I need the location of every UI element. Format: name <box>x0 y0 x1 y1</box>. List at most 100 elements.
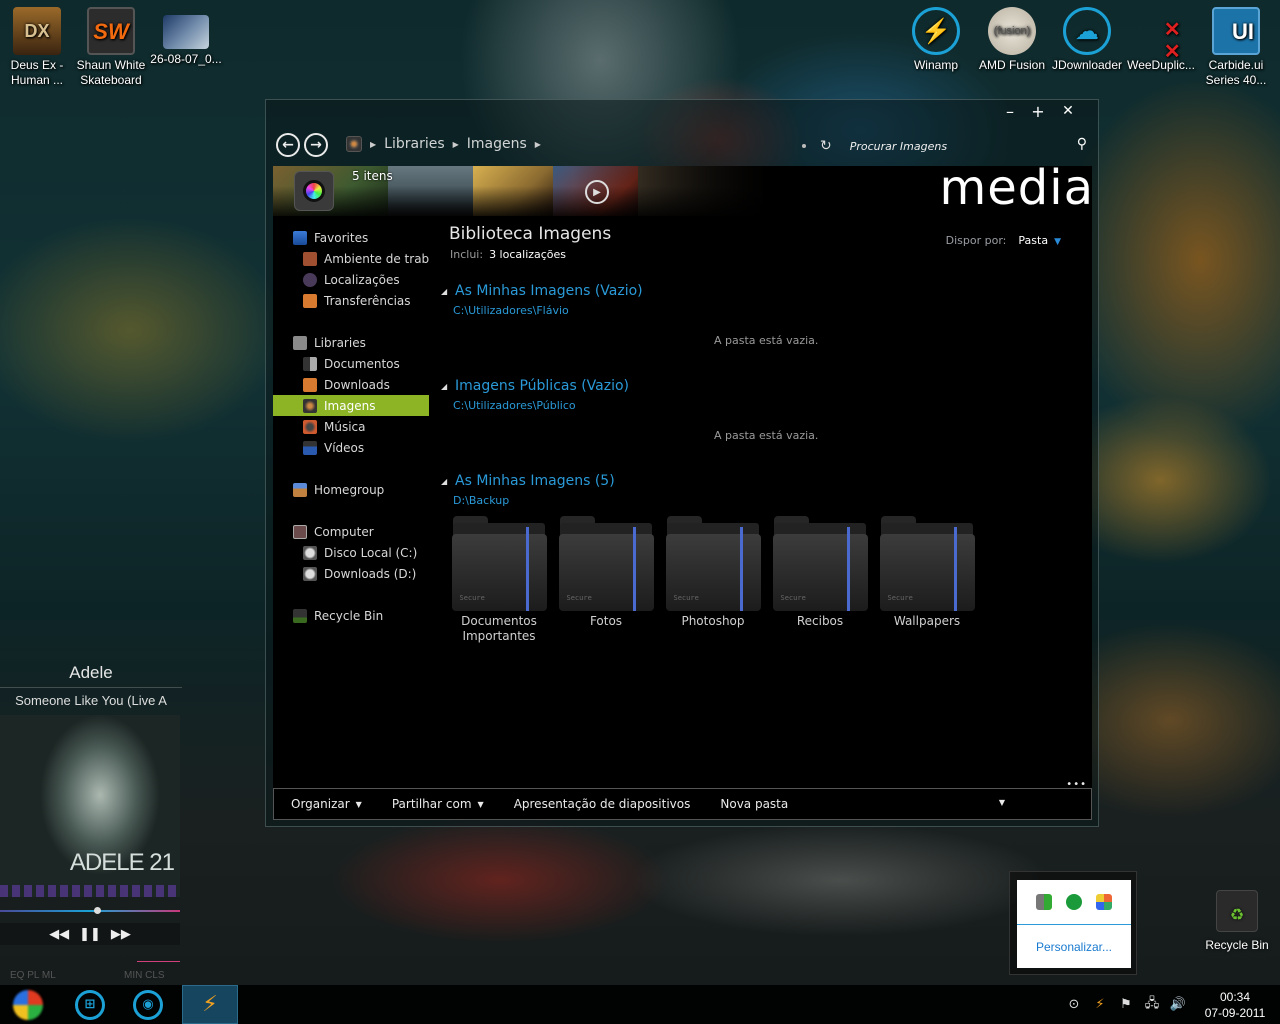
includes-locations-link[interactable]: 3 localizações <box>489 248 566 261</box>
collapse-triangle-icon[interactable]: ◢ <box>441 382 449 391</box>
share-with-button[interactable]: Partilhar com ▼ <box>392 797 484 811</box>
nav-label: Ambiente de trabalho <box>324 251 429 266</box>
chevron-right-icon[interactable]: ▶ <box>535 140 541 149</box>
nav-disk-c[interactable]: Disco Local (C:) <box>273 542 429 563</box>
start-button[interactable] <box>0 985 56 1024</box>
group-header[interactable]: ◢ As Minhas Imagens (Vazio) <box>441 283 643 299</box>
forward-button[interactable]: → <box>304 133 328 157</box>
desktop-icon-winamp[interactable]: ⚡ Winamp <box>899 7 973 73</box>
close-button[interactable]: ✕ <box>1056 103 1080 119</box>
more-options-icon[interactable]: ••• <box>1066 779 1087 790</box>
computer-icon <box>293 524 307 539</box>
desktop-icon-jdownloader[interactable]: ☁ JDownloader <box>1050 7 1124 73</box>
nav-downloads[interactable]: Downloads <box>273 374 429 395</box>
folder-item[interactable]: Secure Photoshop <box>663 516 763 629</box>
seek-handle[interactable] <box>94 907 102 914</box>
view-options-dropdown[interactable]: ▼ <box>999 798 1005 807</box>
desktop-icon-shaun-white[interactable]: SW Shaun White Skateboard <box>74 7 148 88</box>
min-close-buttons[interactable]: MIN CLS <box>124 970 165 981</box>
avg-antivirus-icon[interactable] <box>1096 894 1112 910</box>
desktop-icon-image-file[interactable]: 26-08-07_0... <box>149 7 223 67</box>
previous-icon[interactable]: ◀◀ <box>49 927 69 942</box>
folder-item[interactable]: Secure Wallpapers <box>877 516 977 629</box>
organize-button[interactable]: Organizar ▼ <box>291 797 362 811</box>
chevron-right-icon[interactable]: ▶ <box>370 140 376 149</box>
slideshow-button[interactable]: Apresentação de diapositivos <box>514 797 691 811</box>
folder-icon: Secure <box>451 516 547 611</box>
library-title: Biblioteca Imagens <box>449 224 612 244</box>
folder-item[interactable]: Secure Fotos <box>556 516 656 629</box>
volume-bar[interactable] <box>137 961 180 962</box>
clock-date: 07-09-2011 <box>1204 1005 1266 1020</box>
desktop-icon-carbide-ui[interactable]: UI Carbide.ui Series 40... <box>1199 7 1273 88</box>
clock[interactable]: 00:34 07-09-2011 <box>1202 989 1268 1021</box>
new-folder-button[interactable]: Nova pasta <box>720 797 788 811</box>
customize-link[interactable]: Personalizar... <box>1017 940 1131 954</box>
nav-imagens[interactable]: Imagens <box>273 395 429 416</box>
taskbar-winamp[interactable]: ⚡ <box>182 985 238 1024</box>
desktop-icon-weeduplicate[interactable]: WeeDuplic... <box>1124 7 1198 73</box>
desktop-icon-amd-fusion[interactable]: (fusion) AMD Fusion <box>975 7 1049 73</box>
nav-computer[interactable]: Computer <box>273 521 429 542</box>
items-count: 5 itens <box>352 169 393 183</box>
arrange-dropdown[interactable]: Pasta <box>1018 234 1048 247</box>
pause-icon[interactable]: ❚❚ <box>79 927 101 942</box>
nav-label: Música <box>324 419 366 434</box>
collapse-triangle-icon[interactable]: ◢ <box>441 287 449 296</box>
nav-label: Computer <box>314 524 374 539</box>
library-banner: 5 itens ▶ media <box>273 166 1092 216</box>
nav-homegroup[interactable]: Homegroup <box>273 479 429 500</box>
album-art-text: ADELE 21 <box>69 849 175 876</box>
back-button[interactable]: ← <box>276 133 300 157</box>
pictures-library-icon[interactable] <box>346 136 362 152</box>
video-icon <box>303 440 317 455</box>
group-path-link[interactable]: C:\Utilizadores\Público <box>453 399 576 412</box>
search-input[interactable] <box>849 139 1060 153</box>
banner-title: media <box>939 166 1092 216</box>
search-icon[interactable]: ⚲ <box>1077 136 1087 152</box>
action-center-flag-icon[interactable]: ⚑ <box>1114 997 1138 1012</box>
nav-recycle-bin[interactable]: Recycle Bin <box>273 605 429 626</box>
eq-pl-ml-buttons[interactable]: EQ PL ML <box>10 970 56 981</box>
taskbar-chrome[interactable]: ◉ <box>120 985 176 1024</box>
group-header[interactable]: ◢ Imagens Públicas (Vazio) <box>441 378 629 394</box>
refresh-icon[interactable]: ↻ <box>820 138 832 154</box>
show-hidden-icons-icon[interactable]: ⊙ <box>1062 997 1086 1012</box>
caret-down-icon[interactable]: ▼ <box>1054 237 1061 247</box>
winamp-icon: ⚡ <box>202 992 218 1017</box>
group-path-link[interactable]: D:\Backup <box>453 494 509 507</box>
desktop-icon-deus-ex[interactable]: DX Deus Ex - Human ... <box>0 7 74 88</box>
nav-disk-d[interactable]: Downloads (D:) <box>273 563 429 584</box>
utorrent-icon[interactable] <box>1066 894 1082 910</box>
taskbar-explorer[interactable]: ⊞ <box>62 985 118 1024</box>
nav-recent-places[interactable]: Localizações <box>273 269 429 290</box>
chevron-right-icon[interactable]: ▶ <box>453 140 459 149</box>
group-header[interactable]: ◢ As Minhas Imagens (5) <box>441 473 615 489</box>
minimize-button[interactable]: – <box>998 102 1022 121</box>
winamp-tray-icon[interactable]: ⚡ <box>1088 997 1112 1012</box>
desktop-icon-recycle-bin[interactable]: ♻ Recycle Bin <box>1202 890 1272 952</box>
play-icon[interactable]: ▶ <box>585 180 609 204</box>
jdownloader-icon: ☁ <box>1063 7 1111 55</box>
collapse-triangle-icon[interactable]: ◢ <box>441 477 449 486</box>
nav-label: Localizações <box>324 272 400 287</box>
maximize-button[interactable]: + <box>1026 102 1050 121</box>
nav-favorites[interactable]: Favorites <box>273 227 429 248</box>
nav-libraries[interactable]: Libraries <box>273 332 429 353</box>
breadcrumb-libraries[interactable]: Libraries <box>384 136 444 152</box>
breadcrumb-imagens[interactable]: Imagens <box>467 136 527 152</box>
nav-desktop[interactable]: Ambiente de trabalho <box>273 248 429 269</box>
desktop-icon-label: WeeDuplic... <box>1127 58 1195 72</box>
network-icon[interactable]: 🖧 <box>1140 994 1164 1016</box>
nav-videos[interactable]: Vídeos <box>273 437 429 458</box>
nav-musica[interactable]: Música <box>273 416 429 437</box>
next-icon[interactable]: ▶▶ <box>111 927 131 942</box>
usb-safe-remove-icon[interactable] <box>1036 894 1052 910</box>
seek-bar[interactable] <box>0 910 180 912</box>
folder-item[interactable]: Secure Documentos Importantes <box>449 516 549 644</box>
group-path-link[interactable]: C:\Utilizadores\Flávio <box>453 304 569 317</box>
folder-item[interactable]: Secure Recibos <box>770 516 870 629</box>
nav-documentos[interactable]: Documentos <box>273 353 429 374</box>
nav-downloads-fav[interactable]: Transferências <box>273 290 429 311</box>
volume-icon[interactable]: 🔊 <box>1166 997 1190 1012</box>
